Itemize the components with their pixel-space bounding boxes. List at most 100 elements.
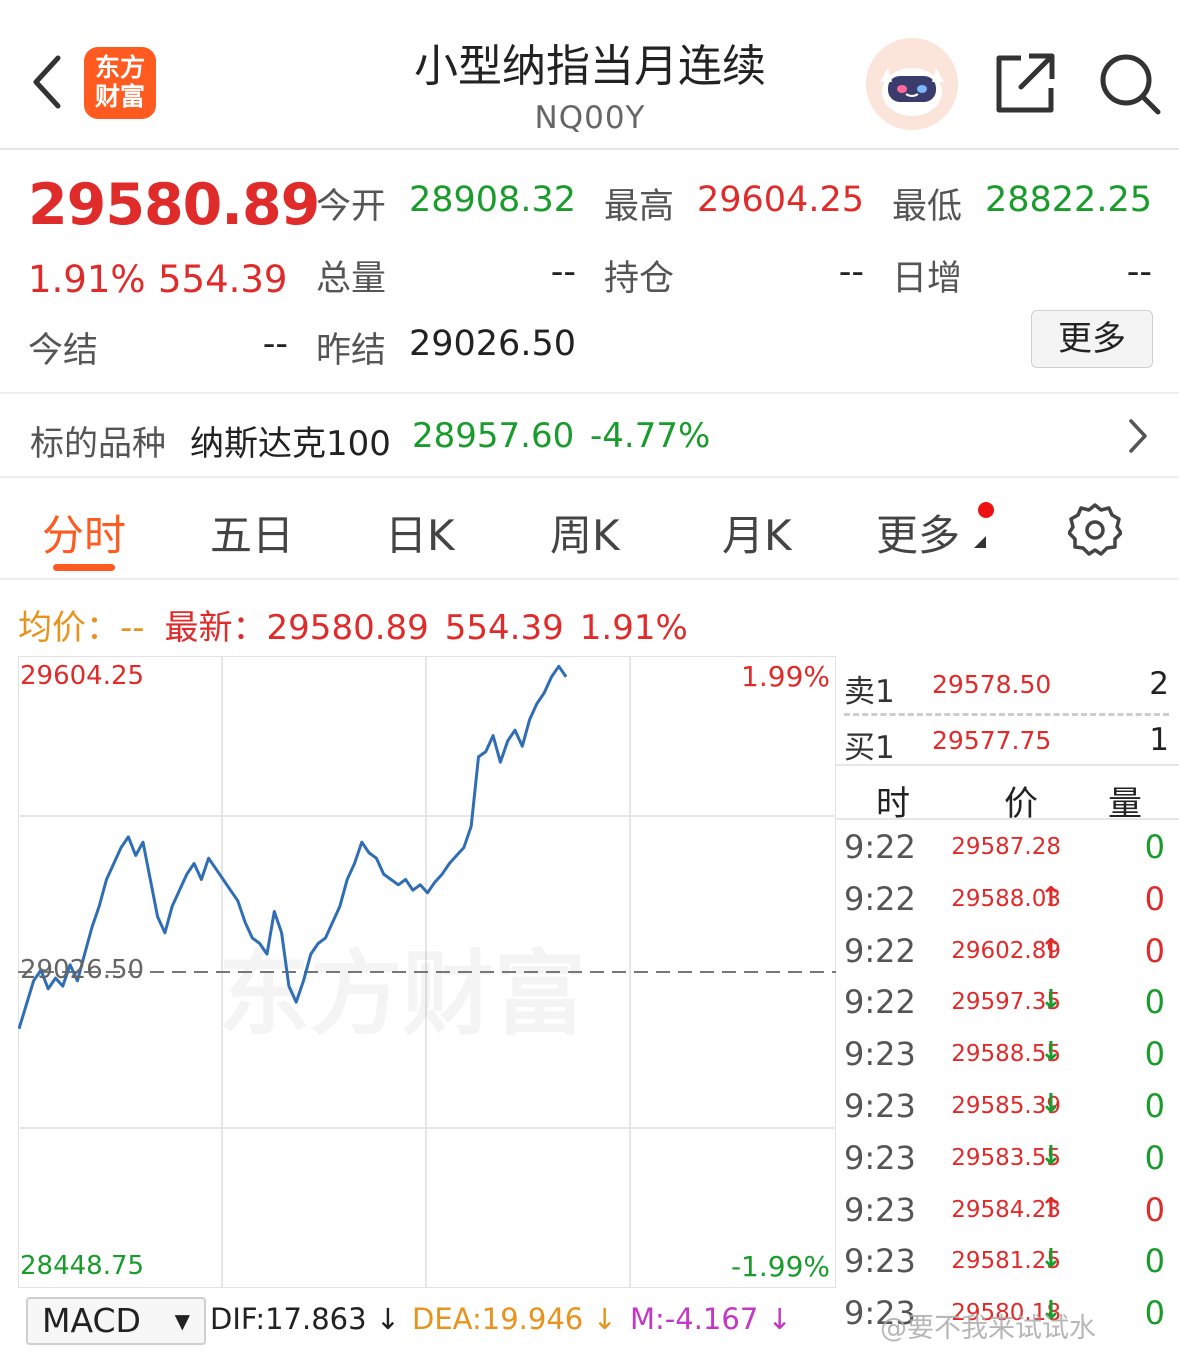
tick-row: 9:23 29581.25 ↓ 0 [836, 1238, 1179, 1290]
tick-row: 9:23 29583.55 ↓ 0 [836, 1135, 1179, 1187]
period-tabs: 分时 五日 日K 周K 月K 更多 [0, 480, 1179, 580]
tab-intraday[interactable]: 分时 [42, 502, 126, 563]
caret-down-icon: ▼ [174, 1309, 190, 1333]
y-max-pct-label: 1.99% [741, 660, 830, 693]
y-ref-label: 29026.50 [20, 955, 144, 985]
active-tab-indicator [53, 564, 115, 571]
arrow-down-icon: ↓ [1040, 1140, 1062, 1171]
top-nav-bar: 东方 财富 小型纳指当月连续 NQ00Y [0, 0, 1179, 150]
tick-header: 时 价 量 [836, 768, 1179, 824]
weibo-watermark: @要不我来试试水 [880, 1313, 1096, 1344]
daily-increase-label: 日增 [892, 259, 963, 299]
tab-more[interactable]: 更多 [876, 502, 960, 563]
tick-time: 9:23 [844, 1242, 916, 1281]
back-arrow-icon[interactable] [28, 52, 68, 112]
change-amount: 554.39 [158, 258, 288, 301]
daily-increase-value: -- [1126, 252, 1152, 292]
tick-qty: 0 [1144, 1035, 1165, 1074]
tick-header-price: 价 [1004, 784, 1038, 824]
tick-qty: 0 [1144, 1087, 1165, 1125]
settle-value: -- [262, 324, 288, 364]
change-percent: 1.91% [28, 258, 146, 301]
tab-monthly-k[interactable]: 月K [722, 502, 792, 563]
tick-qty: 0 [1144, 828, 1165, 866]
intraday-chart[interactable]: 东方财富 29604.25 29026.50 28448.75 1.99% -1… [18, 656, 836, 1288]
tab-daily-k[interactable]: 日K [385, 502, 455, 563]
tick-qty: 0 [1144, 983, 1165, 1022]
low-label: 最低 [892, 187, 963, 227]
macd-dea: DEA:19.946 ↓ [412, 1302, 617, 1336]
logo-text-bottom: 财富 [94, 82, 145, 111]
tick-header-qty: 量 [1108, 784, 1142, 824]
notification-dot [978, 502, 994, 518]
latest-pct: 1.91% [579, 608, 688, 648]
open-label: 今开 [316, 187, 387, 227]
ask-label: 卖1 [844, 674, 895, 710]
bid-row: 买1 29577.75 1 [836, 722, 1179, 766]
tick-time: 9:23 [844, 1087, 916, 1125]
tick-time: 9:22 [844, 879, 916, 918]
tick-time: 9:22 [844, 828, 916, 866]
tab-weekly-k[interactable]: 周K [550, 502, 620, 563]
book-separator [836, 764, 1179, 766]
tab-five-day[interactable]: 五日 [210, 502, 294, 563]
app-logo[interactable]: 东方 财富 [84, 47, 156, 119]
arrow-up-icon: ↑ [1040, 1192, 1062, 1223]
tick-qty: 0 [1144, 1190, 1165, 1229]
quote-panel: 29580.89 1.91% 554.39 今开 28908.32 最高 296… [0, 152, 1179, 392]
indicator-selector-value: MACD [42, 1301, 141, 1340]
underlying-name: 纳斯达克100 [190, 424, 391, 464]
arrow-down-icon: ↓ [1040, 1037, 1062, 1068]
open-value: 28908.32 [408, 180, 576, 220]
high-value: 29604.25 [696, 180, 864, 220]
tick-row: 9:22 29597.35 ↓ 0 [836, 979, 1179, 1031]
tick-qty: 0 [1144, 1138, 1165, 1177]
indicator-selector[interactable]: MACD ▼ [26, 1297, 206, 1345]
bid-label: 买1 [844, 730, 895, 766]
arrow-down-icon: ↓ [1040, 985, 1062, 1016]
last-price: 29580.89 [28, 172, 320, 238]
more-quote-button[interactable]: 更多 [1031, 310, 1153, 368]
dropdown-corner-icon [974, 536, 986, 548]
tick-time: 9:22 [844, 983, 916, 1022]
tick-qty: 0 [1144, 1294, 1165, 1333]
high-label: 最高 [604, 187, 675, 227]
book-divider [844, 713, 1169, 716]
search-icon[interactable] [1098, 52, 1162, 116]
arrow-up-icon: ↑ [1040, 933, 1062, 964]
tick-row: 9:22 29602.89 ↑ 0 [836, 928, 1179, 980]
share-icon[interactable] [995, 52, 1055, 114]
prev-settle-label: 昨结 [316, 331, 387, 371]
tick-row: 9:23 29585.39 ↓ 0 [836, 1083, 1179, 1135]
underlying-value: 28957.60 [412, 416, 575, 456]
open-interest-label: 持仓 [604, 259, 675, 299]
y-max-label: 29604.25 [20, 661, 144, 691]
tick-row: 9:23 29584.23 ↑ 0 [836, 1187, 1179, 1239]
bid-qty: 1 [1149, 722, 1169, 758]
macd-dif: DIF:17.863 ↓ [210, 1302, 401, 1336]
gear-icon[interactable] [1068, 502, 1122, 556]
ai-assistant-icon[interactable] [866, 38, 958, 130]
y-min-pct-label: -1.99% [731, 1250, 830, 1283]
arrow-down-icon: ↓ [1040, 1089, 1062, 1119]
tick-qty: 0 [1144, 879, 1165, 918]
latest-label: 最新： [164, 608, 267, 648]
low-value: 28822.25 [984, 180, 1152, 220]
underlying-row[interactable]: 标的品种 纳斯达克100 28957.60 -4.77% [0, 392, 1179, 478]
bid-price: 29577.75 [932, 726, 1052, 755]
tick-qty: 0 [1144, 931, 1165, 970]
instrument-code: NQ00Y [534, 100, 646, 136]
settle-label: 今结 [28, 331, 99, 371]
tick-row: 9:22 29588.03 ↑ 0 [836, 876, 1179, 928]
tick-time: 9:23 [844, 1190, 916, 1229]
tick-row: 9:23 29588.55 ↓ 0 [836, 1031, 1179, 1083]
y-min-label: 28448.75 [20, 1251, 144, 1281]
chevron-right-icon [1129, 419, 1147, 453]
open-interest-value: -- [838, 252, 864, 292]
macd-m: M:-4.167 ↓ [630, 1302, 792, 1336]
avg-price-label: 均价： [18, 608, 120, 648]
latest-change: 554.39 [444, 608, 564, 648]
indicator-bar: MACD ▼ DIF:17.863 ↓ DEA:19.946 ↓ M:-4.16… [18, 1292, 836, 1355]
tick-header-time: 时 [876, 784, 910, 824]
avg-price-value: -- [120, 608, 145, 648]
